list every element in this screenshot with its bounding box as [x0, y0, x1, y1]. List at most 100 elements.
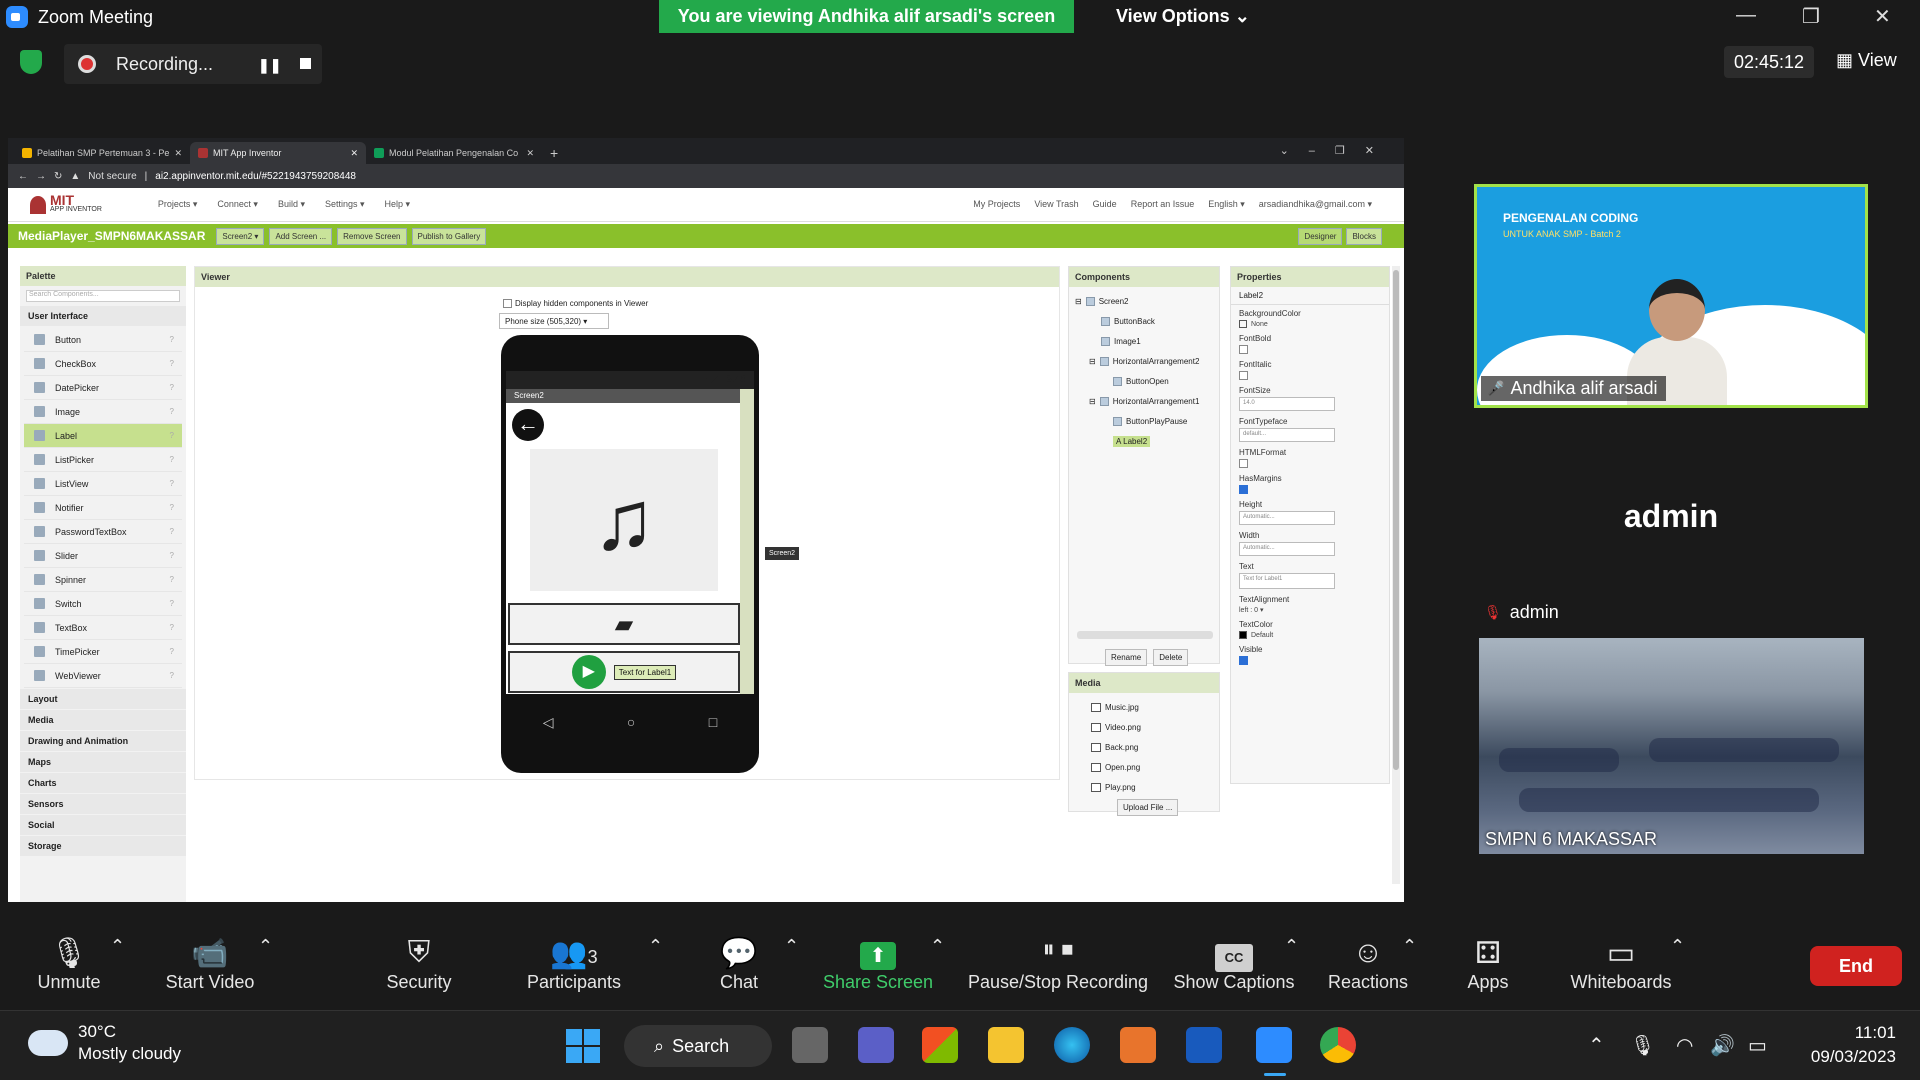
- menu-my-projects[interactable]: My Projects: [973, 199, 1020, 210]
- menu-help[interactable]: Help ▾: [385, 199, 411, 210]
- reload-icon[interactable]: ↻: [54, 171, 62, 182]
- palette-item-timepicker[interactable]: TimePicker?: [24, 640, 182, 664]
- menu-guide[interactable]: Guide: [1093, 199, 1117, 210]
- help-icon[interactable]: ?: [170, 479, 174, 488]
- palette-item-webviewer[interactable]: WebViewer?: [24, 664, 182, 688]
- palette-category[interactable]: Charts: [20, 773, 186, 793]
- prop-fontbold-checkbox[interactable]: [1239, 345, 1248, 354]
- media-player-icon[interactable]: [1120, 1027, 1156, 1063]
- audio-options-chevron-icon[interactable]: ⌃: [110, 936, 125, 957]
- tree-buttonback[interactable]: ButtonBack: [1075, 311, 1213, 331]
- start-windows-icon[interactable]: [566, 1029, 600, 1063]
- battery-icon[interactable]: ▭: [1748, 1033, 1767, 1058]
- palette-item-datepicker[interactable]: DatePicker?: [24, 376, 182, 400]
- captions-chevron-icon[interactable]: ⌃: [1284, 936, 1299, 957]
- video-options-chevron-icon[interactable]: ⌃: [258, 936, 273, 957]
- blocks-button[interactable]: Blocks: [1346, 227, 1382, 245]
- edge-browser-icon[interactable]: [1054, 1027, 1090, 1063]
- collapse-icon[interactable]: ⊟: [1089, 397, 1096, 406]
- menu-language[interactable]: English ▾: [1208, 199, 1245, 210]
- chrome-icon[interactable]: [1320, 1027, 1356, 1063]
- prop-bgcolor-value[interactable]: None: [1251, 321, 1268, 328]
- help-icon[interactable]: ?: [170, 383, 174, 392]
- collapse-icon[interactable]: ⊟: [1089, 357, 1096, 366]
- minimize-icon[interactable]: —: [1736, 4, 1756, 27]
- show-hidden-icons-chevron-icon[interactable]: ⌃: [1588, 1033, 1605, 1058]
- menu-view-trash[interactable]: View Trash: [1034, 199, 1078, 210]
- menu-account[interactable]: arsadiandhika@gmail.com ▾: [1259, 199, 1372, 210]
- new-tab-icon[interactable]: +: [550, 145, 558, 161]
- video-tile-admin[interactable]: admin 🎙 admin: [1474, 420, 1868, 628]
- encryption-shield-icon[interactable]: [20, 50, 42, 74]
- checkbox-icon[interactable]: [503, 299, 512, 308]
- help-icon[interactable]: ?: [170, 431, 174, 440]
- palette-category[interactable]: Social: [20, 815, 186, 835]
- color-swatch[interactable]: [1239, 631, 1247, 639]
- system-clock[interactable]: 11:01 09/03/2023: [1796, 1021, 1896, 1069]
- prop-text-input[interactable]: Text for Label1: [1239, 573, 1335, 589]
- taskbar-search[interactable]: ⌕ Search: [624, 1025, 772, 1067]
- tree-buttonopen[interactable]: ButtonOpen: [1075, 371, 1213, 391]
- media-file[interactable]: Music.jpg: [1069, 697, 1219, 717]
- display-hidden-checkbox[interactable]: Display hidden components in Viewer: [503, 299, 648, 308]
- volume-icon[interactable]: 🔊: [1710, 1033, 1735, 1058]
- prop-hasmargins-checkbox[interactable]: [1239, 485, 1248, 494]
- participants-button[interactable]: 👥3 Participants: [524, 936, 624, 993]
- media-file[interactable]: Open.png: [1069, 757, 1219, 777]
- video-tile-presenter[interactable]: PENGENALAN CODING UNTUK ANAK SMP - Batch…: [1474, 184, 1868, 408]
- palette-category-user-interface[interactable]: User Interface: [20, 306, 186, 326]
- tab-close-icon[interactable]: ✕: [526, 148, 534, 159]
- palette-category[interactable]: Media: [20, 710, 186, 730]
- palette-item-spinner[interactable]: Spinner?: [24, 568, 182, 592]
- security-button[interactable]: ⛨ Security: [384, 936, 454, 993]
- designer-button[interactable]: Designer: [1298, 227, 1343, 245]
- palette-item-checkbox[interactable]: CheckBox?: [24, 352, 182, 376]
- screen-select-button[interactable]: Screen2 ▾: [216, 227, 265, 245]
- end-meeting-button[interactable]: End: [1810, 946, 1902, 986]
- music-note-icon[interactable]: ♫: [530, 449, 718, 591]
- tree-screen2[interactable]: ⊟ Screen2: [1075, 291, 1213, 311]
- prop-textcolor-value[interactable]: Default: [1251, 632, 1273, 639]
- open-folder-button[interactable]: ▰: [508, 603, 740, 645]
- add-screen-button[interactable]: Add Screen ...: [269, 227, 333, 245]
- help-icon[interactable]: ?: [170, 503, 174, 512]
- palette-item-passwordtextbox[interactable]: PasswordTextBox?: [24, 520, 182, 544]
- prop-width-input[interactable]: Automatic...: [1239, 542, 1335, 556]
- stop-recording-button[interactable]: [300, 58, 311, 69]
- file-explorer-icon[interactable]: [988, 1027, 1024, 1063]
- word-icon[interactable]: [1186, 1027, 1222, 1063]
- menu-build[interactable]: Build ▾: [278, 199, 305, 210]
- help-icon[interactable]: ?: [170, 647, 174, 656]
- prop-fonttypeface-input[interactable]: default...: [1239, 428, 1335, 442]
- help-icon[interactable]: ?: [170, 575, 174, 584]
- publish-gallery-button[interactable]: Publish to Gallery: [411, 227, 487, 245]
- start-video-button[interactable]: 📹 Start Video: [160, 936, 260, 993]
- palette-category[interactable]: Storage: [20, 836, 186, 856]
- apps-button[interactable]: ⚃ Apps: [1466, 936, 1510, 993]
- close-icon[interactable]: ✕: [1874, 4, 1891, 29]
- prop-visible-checkbox[interactable]: [1239, 656, 1248, 665]
- tree-buttonplaypause[interactable]: ButtonPlayPause: [1075, 411, 1213, 431]
- share-chevron-icon[interactable]: ⌃: [930, 936, 945, 957]
- palette-item-label[interactable]: Label?: [24, 424, 182, 448]
- help-icon[interactable]: ?: [170, 407, 174, 416]
- help-icon[interactable]: ?: [170, 623, 174, 632]
- prop-htmlformat-checkbox[interactable]: [1239, 459, 1248, 468]
- menu-settings[interactable]: Settings ▾: [325, 199, 365, 210]
- video-tile-school[interactable]: SMPN 6 MAKASSAR: [1479, 638, 1864, 854]
- show-captions-button[interactable]: CC Show Captions: [1172, 936, 1296, 993]
- play-arrangement[interactable]: ▶ Text for Label1: [508, 651, 740, 693]
- palette-item-textbox[interactable]: TextBox?: [24, 616, 182, 640]
- microphone-icon[interactable]: 🎙: [1630, 1033, 1655, 1058]
- palette-category[interactable]: Drawing and Animation: [20, 731, 186, 751]
- palette-item-listview[interactable]: ListView?: [24, 472, 182, 496]
- palette-category[interactable]: Layout: [20, 689, 186, 709]
- palette-item-image[interactable]: Image?: [24, 400, 182, 424]
- participants-chevron-icon[interactable]: ⌃: [648, 936, 663, 957]
- menu-connect[interactable]: Connect ▾: [217, 199, 258, 210]
- whiteboards-chevron-icon[interactable]: ⌃: [1670, 936, 1685, 957]
- weather-widget[interactable]: 30°C Mostly cloudy: [22, 1021, 181, 1065]
- tab-close-icon[interactable]: ✕: [350, 148, 358, 159]
- prop-textalign-select[interactable]: left : 0 ▾: [1239, 606, 1264, 614]
- prop-fontitalic-checkbox[interactable]: [1239, 371, 1248, 380]
